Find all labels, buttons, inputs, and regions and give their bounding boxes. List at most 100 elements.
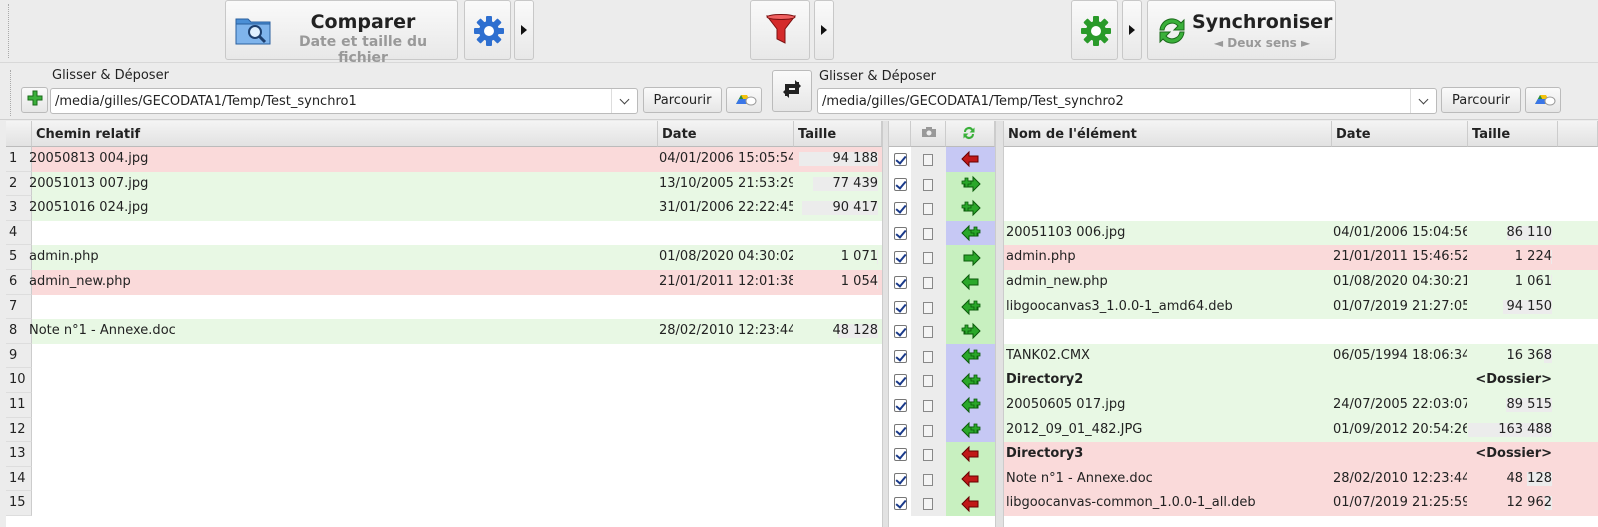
table-row[interactable]: 5 admin.php 01/08/2020 04:30:02 1 071 [6,245,882,270]
table-row[interactable] [1004,319,1598,344]
table-row[interactable]: 2 20051013 007.jpg 13/10/2005 21:53:29 77 4… [6,171,882,197]
left-column-path[interactable]: Chemin relatif [32,121,658,147]
table-row[interactable] [1004,147,1598,172]
sync-action-cell[interactable] [946,196,995,221]
table-row[interactable]: 2012_09_01_482.JPG 01/09/2012 20:54:26 163… [1004,417,1598,443]
table-row[interactable]: 13 [6,442,882,467]
include-checkbox[interactable] [894,202,907,216]
middle-checkbox-header[interactable] [889,121,911,147]
compare-settings-button[interactable] [464,0,511,60]
table-row[interactable]: libgoocanvas-common_1.0.0-1_all.deb 01/07… [1004,491,1598,516]
chevron-down-icon[interactable] [1410,89,1436,113]
file-icon [923,424,933,437]
table-row[interactable]: 14 [6,466,882,492]
sync-action-cell[interactable] [946,491,995,516]
sync-action-cell[interactable] [946,393,995,418]
table-row[interactable]: 9 [6,343,882,369]
include-checkbox[interactable] [894,374,907,388]
middle-row [889,196,995,221]
table-row[interactable]: 7 [6,294,882,320]
left-column-size[interactable]: Taille [794,121,882,147]
include-checkbox[interactable] [894,497,907,511]
table-row[interactable]: 12 [6,417,882,443]
table-row[interactable]: 3 20051016 024.jpg 31/01/2006 22:22:45 90 4… [6,196,882,221]
toolbar-grip[interactable] [8,4,11,58]
sync-action-cell[interactable] [946,147,995,172]
sync-action-cell[interactable] [946,343,995,369]
table-row[interactable]: 8 Note n°1 - Annexe.doc 28/02/2010 12:23:4… [6,319,882,344]
include-checkbox[interactable] [894,349,907,363]
sync-action-cell[interactable] [946,319,995,344]
table-row[interactable]: Directory3 <Dossier> [1004,442,1598,467]
include-checkbox[interactable] [894,448,907,462]
sync-menu-arrow[interactable] [1122,0,1142,60]
include-checkbox[interactable] [894,423,907,437]
synchronize-label: Synchroniser [1192,11,1333,33]
left-column-date[interactable]: Date [658,121,794,147]
table-row[interactable] [1004,196,1598,221]
sync-action-cell[interactable] [946,466,995,492]
sync-action-cell[interactable] [946,294,995,320]
table-row[interactable]: 6 admin_new.php 21/01/2011 12:01:38 1 054 [6,270,882,295]
synchronize-button[interactable]: Synchroniser ◄ Deux sens ► [1147,0,1336,60]
sync-action-cell[interactable] [946,270,995,295]
left-cloud-button[interactable] [726,87,762,113]
filter-button[interactable] [750,0,810,60]
table-row[interactable]: Directory2 <Dossier> [1004,368,1598,393]
include-checkbox[interactable] [894,325,907,339]
sync-action-cell[interactable] [946,442,995,467]
compare-button[interactable]: Comparer Date et taille du fichier [225,0,458,66]
compare-menu-arrow[interactable] [514,0,534,60]
include-checkbox[interactable] [894,399,907,412]
chevron-down-icon[interactable] [611,89,637,113]
middle-grid[interactable] [889,121,995,527]
pathbar-grip[interactable] [10,70,13,116]
category-cell [911,294,946,320]
right-splitter[interactable] [995,121,1004,527]
include-checkbox[interactable] [894,276,907,289]
include-checkbox[interactable] [894,251,907,265]
left-browse-button[interactable]: Parcourir [643,87,722,113]
right-cloud-button[interactable] [1525,87,1561,113]
table-row[interactable]: 20051103 006.jpg 04/01/2006 15:04:56 86 11… [1004,220,1598,246]
middle-category-header[interactable] [911,121,946,147]
table-row[interactable]: 11 [6,393,882,418]
table-row[interactable] [1004,171,1598,197]
sync-action-cell[interactable] [946,368,995,393]
table-row[interactable]: libgoocanvas3_1.0.0-1_amd64.deb 01/07/201… [1004,294,1598,320]
table-row[interactable]: 10 [6,368,882,393]
include-checkbox[interactable] [894,226,907,240]
include-checkbox[interactable] [894,153,907,166]
filter-menu-arrow[interactable] [814,0,834,60]
table-row[interactable]: 15 [6,491,882,516]
file-icon [923,227,933,240]
include-checkbox[interactable] [894,472,907,486]
include-checkbox[interactable] [894,177,907,191]
table-row[interactable]: 4 [6,220,882,246]
table-row[interactable]: 20050605 017.jpg 24/07/2005 22:03:07 89 51… [1004,393,1598,418]
sync-action-cell[interactable] [946,171,995,197]
right-path-input[interactable]: /media/gilles/GECODATA1/Temp/Test_synchr… [817,88,1437,114]
include-checkbox[interactable] [894,300,907,314]
right-file-grid[interactable]: Nom de l'élément Date Taille 20051103 00… [1004,121,1598,527]
table-row[interactable]: TANK02.CMX 06/05/1994 18:06:34 16 368 [1004,343,1598,369]
table-row[interactable]: 1 20050813 004.jpg 04/01/2006 15:05:54 94 1… [6,147,882,172]
file-date: 21/01/2011 12:01:38 [659,274,793,289]
sync-action-cell[interactable] [946,220,995,246]
middle-action-header[interactable] [946,121,995,147]
table-row[interactable]: admin_new.php 01/08/2020 04:30:21 1 061 [1004,270,1598,295]
right-column-date[interactable]: Date [1332,121,1468,147]
right-column-size[interactable]: Taille [1468,121,1558,147]
sync-action-cell[interactable] [946,417,995,443]
sync-settings-button[interactable] [1071,0,1118,60]
table-row[interactable]: Note n°1 - Annexe.doc 28/02/2010 12:23:44… [1004,466,1598,492]
table-row[interactable]: admin.php 21/01/2011 15:46:52 1 224 [1004,245,1598,270]
swap-sides-button[interactable] [772,70,812,112]
right-browse-button[interactable]: Parcourir [1441,87,1521,113]
left-splitter[interactable] [882,121,889,527]
left-path-input[interactable]: /media/gilles/GECODATA1/Temp/Test_synchr… [50,88,638,114]
left-file-grid[interactable]: Chemin relatif Date Taille 1 20050813 004… [6,121,882,527]
sync-action-cell[interactable] [946,245,995,270]
add-folder-pair-button[interactable] [21,87,48,113]
right-column-name[interactable]: Nom de l'élément [1004,121,1332,147]
